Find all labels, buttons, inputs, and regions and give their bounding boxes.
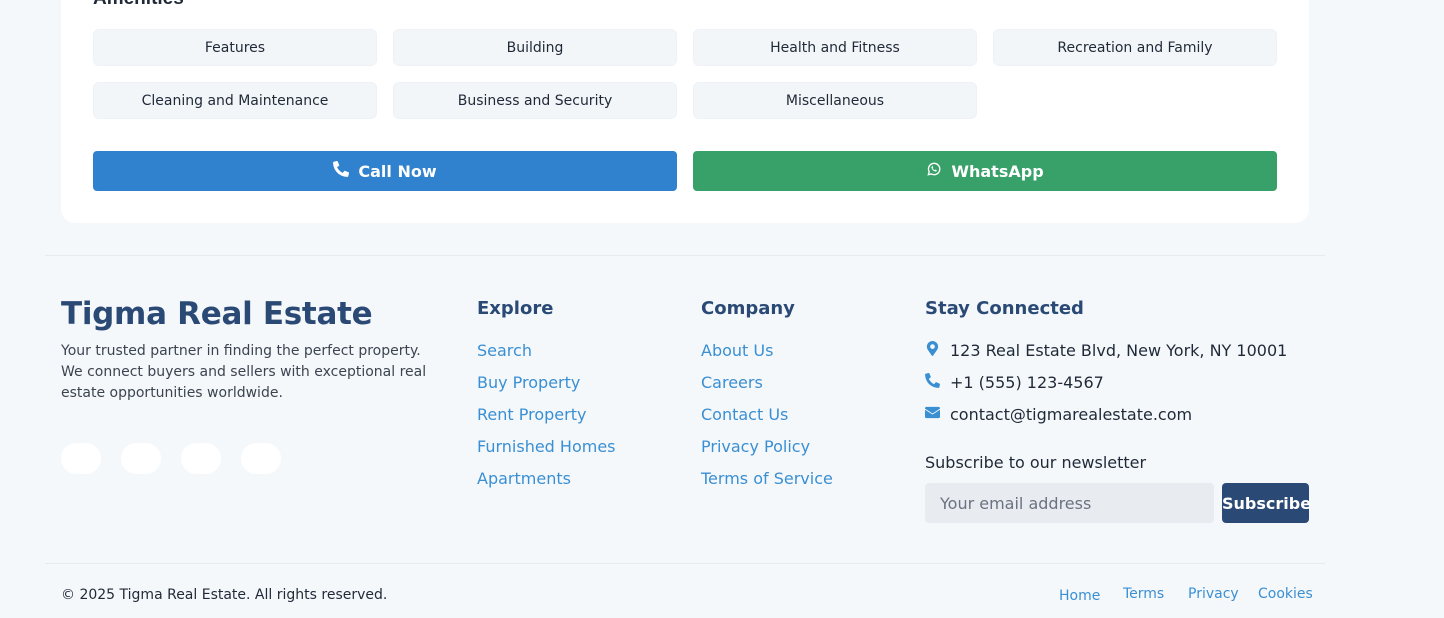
footer-bottom-divider: [45, 563, 1325, 564]
link-terms-of-service[interactable]: Terms of Service: [701, 469, 833, 488]
link-buy-property[interactable]: Buy Property: [477, 373, 580, 392]
call-now-label: Call Now: [358, 161, 437, 181]
linkedin-icon[interactable]: [241, 443, 281, 474]
amenity-building[interactable]: Building: [393, 29, 677, 66]
link-search[interactable]: Search: [477, 341, 532, 360]
copyright-text: © 2025 Tigma Real Estate. All rights res…: [61, 587, 388, 603]
footer-brand: Tigma Real Estate: [61, 296, 373, 332]
phone-icon: [333, 161, 350, 181]
subscribe-button[interactable]: Subscribe: [1222, 483, 1311, 523]
amenity-miscellaneous[interactable]: Miscellaneous: [693, 82, 977, 119]
contact-email: contact@tigmarealestate.com: [925, 405, 1192, 424]
contact-phone: +1 (555) 123-4567: [925, 373, 1104, 392]
envelope-icon: [925, 405, 940, 424]
address-text: 123 Real Estate Blvd, New York, NY 10001: [950, 341, 1288, 360]
link-privacy-policy[interactable]: Privacy Policy: [701, 437, 810, 456]
amenity-business-security[interactable]: Business and Security: [393, 82, 677, 119]
contact-address: 123 Real Estate Blvd, New York, NY 10001: [925, 341, 1287, 360]
link-furnished-homes[interactable]: Furnished Homes: [477, 437, 616, 456]
footer-top-divider: [45, 255, 1325, 256]
amenity-features[interactable]: Features: [93, 29, 377, 66]
explore-heading: Explore: [477, 298, 554, 319]
phone-text: +1 (555) 123-4567: [950, 373, 1104, 392]
whatsapp-button[interactable]: WhatsApp: [693, 151, 1277, 191]
link-careers[interactable]: Careers: [701, 373, 763, 392]
company-heading: Company: [701, 298, 795, 319]
whatsapp-icon: [926, 161, 942, 181]
twitter-icon[interactable]: [121, 443, 161, 474]
link-rent-property[interactable]: Rent Property: [477, 405, 586, 424]
bottom-link-terms[interactable]: Terms: [1123, 586, 1164, 602]
map-pin-icon: [925, 341, 940, 360]
bottom-link-privacy[interactable]: Privacy: [1188, 586, 1239, 602]
stay-connected-heading: Stay Connected: [925, 298, 1084, 319]
email-text: contact@tigmarealestate.com: [950, 405, 1193, 424]
phone-icon: [925, 373, 940, 392]
link-about-us[interactable]: About Us: [701, 341, 773, 360]
link-apartments[interactable]: Apartments: [477, 469, 571, 488]
bottom-link-home[interactable]: Home: [1059, 588, 1100, 604]
amenity-cleaning-maintenance[interactable]: Cleaning and Maintenance: [93, 82, 377, 119]
amenity-recreation-family[interactable]: Recreation and Family: [993, 29, 1277, 66]
amenity-health-fitness[interactable]: Health and Fitness: [693, 29, 977, 66]
facebook-icon[interactable]: [61, 443, 101, 474]
bottom-link-cookies[interactable]: Cookies: [1258, 586, 1313, 602]
link-contact-us[interactable]: Contact Us: [701, 405, 788, 424]
newsletter-label: Subscribe to our newsletter: [925, 453, 1147, 472]
amenities-title: Amenities: [93, 0, 184, 10]
footer-tagline: Your trusted partner in finding the perf…: [61, 343, 427, 401]
newsletter-email-input[interactable]: [925, 483, 1214, 523]
whatsapp-label: WhatsApp: [951, 161, 1044, 181]
instagram-icon[interactable]: [181, 443, 221, 474]
call-now-button[interactable]: Call Now: [93, 151, 677, 191]
